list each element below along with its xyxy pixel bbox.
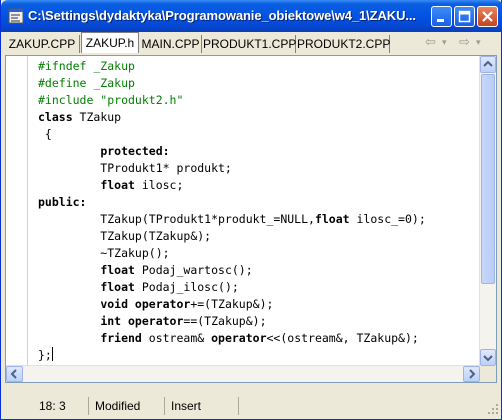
- scroll-down-button[interactable]: [480, 349, 496, 366]
- code-keyword: public:: [38, 195, 87, 209]
- code-text-segment: <<(ostream&, TZakup&);: [266, 331, 419, 345]
- code-line[interactable]: float ilosc;: [38, 177, 426, 194]
- code-keyword: float: [100, 263, 135, 277]
- code-text-segment: };: [38, 348, 52, 362]
- down-arrow-icon: [483, 355, 493, 362]
- code-line[interactable]: {: [38, 126, 426, 143]
- code-text-segment: TProdukt1* produkt;: [38, 161, 232, 175]
- maximize-icon: [458, 10, 471, 23]
- code-text-segment: [38, 314, 100, 328]
- code-text-segment: ostream&: [141, 331, 212, 345]
- code-text-segment: [38, 144, 100, 158]
- code-line[interactable]: };: [38, 347, 426, 364]
- code-line[interactable]: void operator+=(TZakup&);: [38, 296, 426, 313]
- horizontal-scrollbar[interactable]: [6, 365, 480, 382]
- code-text-segment: ==(TZakup&);: [183, 314, 267, 328]
- code-text-segment: Podaj_wartosc();: [134, 263, 253, 277]
- code-line[interactable]: class TZakup: [38, 109, 426, 126]
- code-keyword: float: [314, 212, 350, 226]
- tab-main-cpp[interactable]: MAIN.CPP: [140, 35, 202, 53]
- tab-produkt2-cpp[interactable]: PRODUKT2.CPP: [297, 35, 390, 53]
- code-line[interactable]: #define _Zakup: [38, 75, 426, 92]
- insert-mode-indicator: Insert: [165, 397, 239, 415]
- back-dropdown-icon[interactable]: ▾: [442, 38, 447, 48]
- code-text-segment: TZakup(TZakup&);: [38, 229, 212, 243]
- left-arrow-icon: [10, 369, 17, 379]
- code-text-segment: TZakup(TProdukt1*produkt_=NULL,: [38, 212, 315, 226]
- code-text-segment: [38, 297, 100, 311]
- file-tabs: ZAKUP.CPP ZAKUP.h MAIN.CPP PRODUKT1.CPP …: [5, 32, 499, 55]
- code-line[interactable]: friend ostream& operator<<(ostream&, TZa…: [38, 330, 426, 347]
- code-keyword: class: [38, 110, 73, 124]
- code-line[interactable]: TZakup(TProdukt1*produkt_=NULL,float ilo…: [38, 211, 426, 228]
- code-line[interactable]: ~TZakup();: [38, 245, 426, 262]
- code-line[interactable]: public:: [38, 194, 426, 211]
- code-line[interactable]: int operator==(TZakup&);: [38, 313, 426, 330]
- code-keyword: int operator: [100, 314, 184, 328]
- tab-zakup-h[interactable]: ZAKUP.h: [81, 32, 139, 53]
- scroll-thumb[interactable]: [481, 74, 495, 284]
- code-line[interactable]: TZakup(TZakup&);: [38, 228, 426, 245]
- code-line[interactable]: protected:: [38, 143, 426, 160]
- back-arrow-icon[interactable]: ⇦: [425, 35, 436, 50]
- tab-produkt1-cpp[interactable]: PRODUKT1.CPP: [203, 35, 296, 53]
- up-arrow-icon: [483, 60, 493, 67]
- code-line[interactable]: #ifndef _Zakup: [38, 58, 426, 75]
- code-text-segment: [38, 178, 100, 192]
- maximize-button[interactable]: [454, 6, 475, 27]
- forward-arrow-icon[interactable]: ⇨: [459, 35, 470, 50]
- right-arrow-icon: [469, 369, 476, 379]
- code-line[interactable]: TProdukt1* produkt;: [38, 160, 426, 177]
- minimize-button[interactable]: [431, 6, 452, 27]
- minimize-icon: [437, 19, 444, 22]
- scroll-right-button[interactable]: [463, 366, 480, 382]
- close-icon: [482, 11, 493, 22]
- code-line[interactable]: #include "produkt2.h": [38, 92, 426, 109]
- code-keyword: protected:: [100, 144, 170, 158]
- code-keyword: void operator: [100, 297, 191, 311]
- code-preprocessor: #ifndef _Zakup: [38, 59, 135, 73]
- code-keyword: float: [100, 178, 135, 192]
- code-text-segment: {: [38, 127, 52, 141]
- vertical-scrollbar[interactable]: [479, 56, 496, 366]
- code-keyword: friend: [100, 331, 142, 345]
- tab-zakup-cpp[interactable]: ZAKUP.CPP: [5, 35, 80, 53]
- code-editor[interactable]: #ifndef _Zakup #define _Zakup #include "pr…: [5, 55, 497, 383]
- code-text-segment: ilosc;: [134, 178, 184, 192]
- code-text-segment: ~TZakup();: [38, 246, 170, 260]
- scroll-up-button[interactable]: [480, 56, 496, 73]
- cursor-position: 18: 3: [5, 397, 89, 415]
- code-text-segment: [38, 331, 100, 345]
- code-keyword: float: [100, 280, 135, 294]
- tab-navigation: ⇦ ▾ ⇨ ▾: [425, 35, 495, 53]
- forward-dropdown-icon[interactable]: ▾: [476, 38, 481, 48]
- code-line[interactable]: float Podaj_wartosc();: [38, 262, 426, 279]
- scroll-corner: [480, 366, 496, 382]
- code-text[interactable]: #ifndef _Zakup #define _Zakup #include "pr…: [38, 58, 426, 381]
- code-preprocessor: #define _Zakup: [38, 76, 135, 90]
- title-bar[interactable]: C:\Settings\dydaktyka\Programowanie_obie…: [1, 0, 502, 32]
- code-text-segment: ilosc_=0);: [349, 212, 426, 226]
- app-icon: [8, 8, 24, 24]
- modified-indicator: Modified: [89, 397, 165, 415]
- scroll-left-button[interactable]: [6, 366, 23, 382]
- code-preprocessor: #include "produkt2.h": [38, 93, 184, 107]
- code-text-segment: [38, 280, 100, 294]
- code-text-segment: TZakup: [72, 110, 122, 124]
- status-bar: 18: 3 Modified Insert: [1, 395, 501, 417]
- editor-window: C:\Settings\dydaktyka\Programowanie_obie…: [0, 0, 502, 420]
- code-text-segment: [38, 263, 100, 277]
- code-text-segment: +=(TZakup&);: [190, 297, 274, 311]
- close-button[interactable]: [477, 6, 498, 27]
- code-line[interactable]: float Podaj_ilosc();: [38, 279, 426, 296]
- code-keyword: operator: [211, 331, 267, 345]
- text-cursor: [51, 347, 53, 361]
- resize-grip-icon[interactable]: [487, 403, 499, 415]
- code-text-segment: Podaj_ilosc();: [134, 280, 239, 294]
- gutter-divider: [27, 56, 28, 382]
- window-title: C:\Settings\dydaktyka\Programowanie_obie…: [28, 8, 416, 23]
